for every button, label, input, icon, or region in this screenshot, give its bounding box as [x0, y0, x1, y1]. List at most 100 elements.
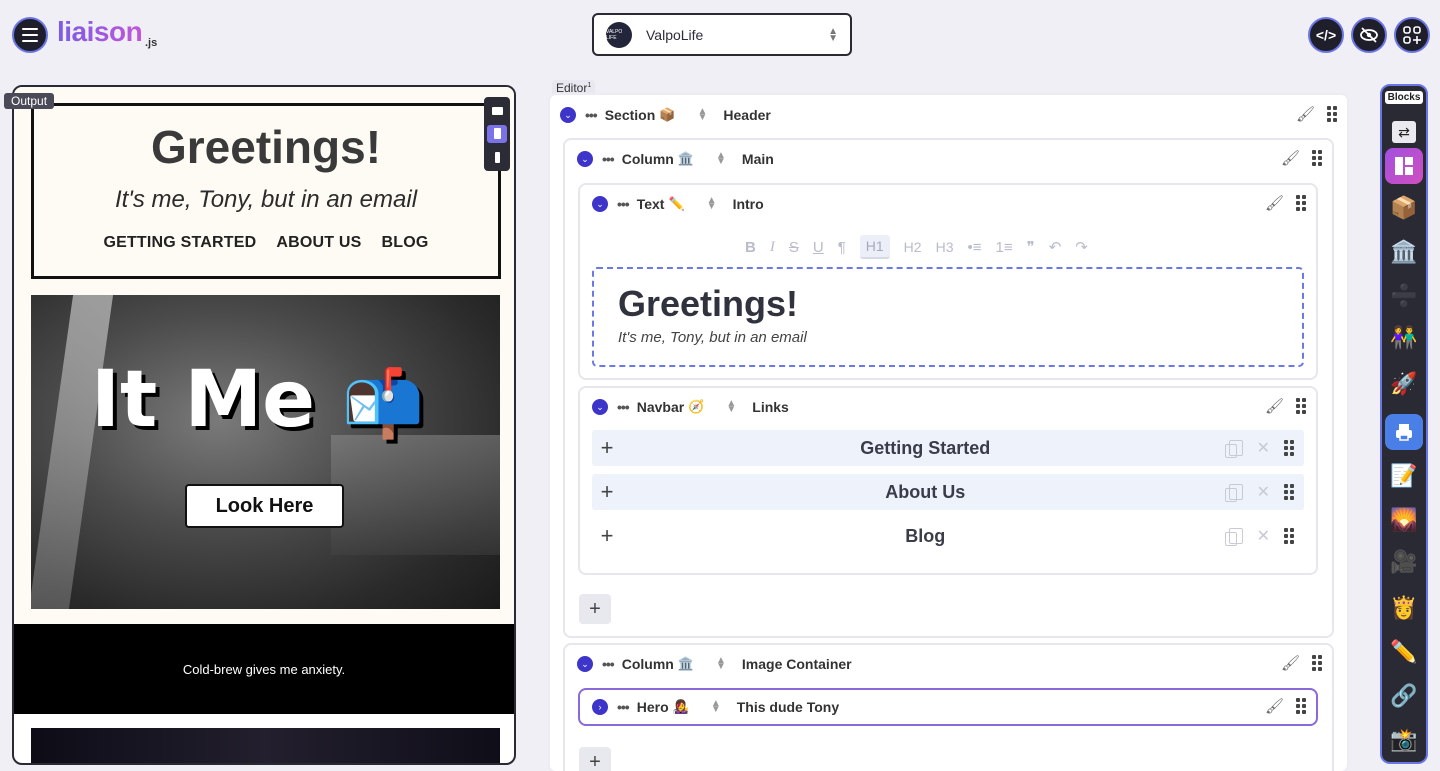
reorder-icon[interactable]: ▲ ▼ [726, 399, 736, 415]
drag-handle-icon[interactable] [1296, 195, 1306, 211]
image-block-item[interactable]: 🌄 [1382, 502, 1426, 538]
collapse-toggle-icon[interactable]: ⌄ [592, 399, 608, 415]
close-icon[interactable]: ✕ [1257, 526, 1270, 546]
brush-icon[interactable]: 🖌 [1265, 397, 1284, 415]
drag-handle-icon[interactable] [1284, 484, 1294, 500]
add-app-button[interactable] [1394, 17, 1430, 53]
more-options-icon[interactable]: ••• [617, 699, 630, 715]
block-name[interactable]: Image Container [742, 656, 852, 672]
collapse-toggle-icon[interactable]: ⌄ [577, 151, 593, 167]
reorder-icon[interactable]: ▲ ▼ [716, 151, 726, 167]
code-view-button[interactable]: </> [1308, 17, 1344, 53]
block-name[interactable]: This dude Tony [737, 699, 839, 715]
divider-block-item[interactable]: ➗ [1382, 278, 1426, 314]
video-block-item[interactable]: 🎥 [1382, 544, 1426, 580]
email-nav-blog[interactable]: BLOG [382, 234, 429, 252]
add-sublink-icon[interactable]: + [592, 435, 622, 461]
heading-3-button[interactable]: H3 [936, 239, 954, 255]
drag-handle-icon[interactable] [1327, 106, 1337, 122]
block-name[interactable]: Intro [733, 196, 764, 212]
print-blocks-button[interactable] [1382, 414, 1426, 450]
hero-block-item[interactable]: 👸 [1382, 590, 1426, 626]
site-select[interactable]: VALPO LIFE ValpoLife ▲ ▼ [592, 13, 852, 56]
add-block-button[interactable]: + [579, 747, 611, 771]
drag-handle-icon[interactable] [1312, 655, 1322, 671]
redo-button[interactable]: ↷ [1075, 238, 1088, 256]
text-editor-area[interactable]: Greetings! It's me, Tony, but in an emai… [592, 267, 1304, 367]
add-sublink-icon[interactable]: + [592, 479, 622, 505]
heading-1-button[interactable]: H1 [859, 235, 890, 259]
copy-icon[interactable] [1224, 528, 1243, 546]
ordered-list-button[interactable]: 1≡ [996, 239, 1013, 256]
more-options-icon[interactable]: ••• [602, 151, 615, 167]
reorder-icon[interactable]: ▲ ▼ [716, 656, 726, 672]
tablet-view-button[interactable] [487, 124, 507, 143]
block-name[interactable]: Header [723, 107, 770, 123]
email-nav-getting-started[interactable]: GETTING STARTED [103, 234, 256, 252]
more-options-icon[interactable]: ••• [585, 107, 598, 123]
text-block-item[interactable]: 📝 [1382, 458, 1426, 494]
copy-icon[interactable] [1224, 484, 1243, 502]
more-options-icon[interactable]: ••• [617, 196, 630, 212]
blockquote-button[interactable]: ❞ [1027, 238, 1035, 256]
link-block-item[interactable]: 🔗 [1382, 678, 1426, 714]
bullet-list-button[interactable]: •≡ [967, 239, 981, 256]
toggle-preview-button[interactable] [1351, 17, 1387, 53]
next-section-image [31, 728, 500, 763]
undo-button[interactable]: ↶ [1049, 238, 1062, 256]
expand-toggle-icon[interactable]: › [592, 699, 608, 715]
drag-handle-icon[interactable] [1284, 440, 1294, 456]
reorder-icon[interactable]: ▲ ▼ [697, 107, 707, 123]
paragraph-button[interactable]: ¶ [838, 239, 846, 256]
nav-link-item[interactable]: + Getting Started ✕ [592, 430, 1304, 466]
section-block-item[interactable]: 📦 [1382, 190, 1426, 226]
desktop-view-button[interactable] [487, 102, 507, 120]
nav-link-label[interactable]: Getting Started [622, 438, 1229, 459]
brush-icon[interactable]: 🖌 [1265, 697, 1284, 715]
nav-link-item[interactable]: + Blog ✕ [592, 518, 1304, 554]
add-block-button[interactable]: + [579, 594, 611, 624]
rocket-block-item[interactable]: 🚀 [1382, 366, 1426, 402]
close-icon[interactable]: ✕ [1257, 438, 1270, 458]
drag-handle-icon[interactable] [1312, 150, 1322, 166]
drag-handle-icon[interactable] [1284, 528, 1294, 544]
hero-button[interactable]: Look Here [185, 484, 344, 528]
bold-button[interactable]: B [745, 239, 756, 256]
brush-icon[interactable]: 🖌 [1265, 194, 1284, 212]
brush-icon[interactable]: 🖌 [1281, 149, 1300, 167]
drag-handle-icon[interactable] [1296, 398, 1306, 414]
brush-icon[interactable]: 🖌 [1281, 654, 1300, 672]
editor-subheading[interactable]: It's me, Tony, but in an email [618, 329, 1278, 346]
nav-link-label[interactable]: Blog [622, 526, 1229, 547]
block-name[interactable]: Links [752, 399, 789, 415]
people-block-item[interactable]: 👫 [1382, 320, 1426, 356]
editor-heading[interactable]: Greetings! [618, 283, 1278, 325]
drag-handle-icon[interactable] [1296, 698, 1306, 714]
more-options-icon[interactable]: ••• [617, 399, 630, 415]
column-block-item[interactable]: 🏛️ [1382, 234, 1426, 270]
block-name[interactable]: Main [742, 151, 774, 167]
reorder-icon[interactable]: ▲ ▼ [711, 699, 721, 715]
collapse-toggle-icon[interactable]: ⌄ [577, 656, 593, 672]
copy-icon[interactable] [1224, 440, 1243, 458]
menu-button[interactable] [12, 17, 48, 53]
brush-icon[interactable]: 🖌 [1296, 105, 1315, 123]
underline-button[interactable]: U [813, 239, 824, 256]
reorder-icon[interactable]: ▲ ▼ [707, 196, 717, 212]
swap-panel-button[interactable]: ⇄ [1382, 114, 1426, 150]
add-sublink-icon[interactable]: + [592, 523, 622, 549]
email-nav-about-us[interactable]: ABOUT US [276, 234, 361, 252]
heading-2-button[interactable]: H2 [904, 239, 922, 255]
nav-link-label[interactable]: About Us [622, 482, 1229, 503]
layout-blocks-button[interactable] [1382, 148, 1426, 184]
more-options-icon[interactable]: ••• [602, 656, 615, 672]
edit-block-item[interactable]: ✏️ [1382, 634, 1426, 670]
collapse-toggle-icon[interactable]: ⌄ [592, 196, 608, 212]
nav-link-item[interactable]: + About Us ✕ [592, 474, 1304, 510]
collapse-toggle-icon[interactable]: ⌄ [560, 107, 576, 123]
mobile-view-button[interactable] [487, 148, 507, 166]
close-icon[interactable]: ✕ [1257, 482, 1270, 502]
photo-block-item[interactable]: 📸 [1382, 722, 1426, 758]
italic-button[interactable]: I [770, 239, 775, 256]
strikethrough-button[interactable]: S [789, 239, 799, 256]
